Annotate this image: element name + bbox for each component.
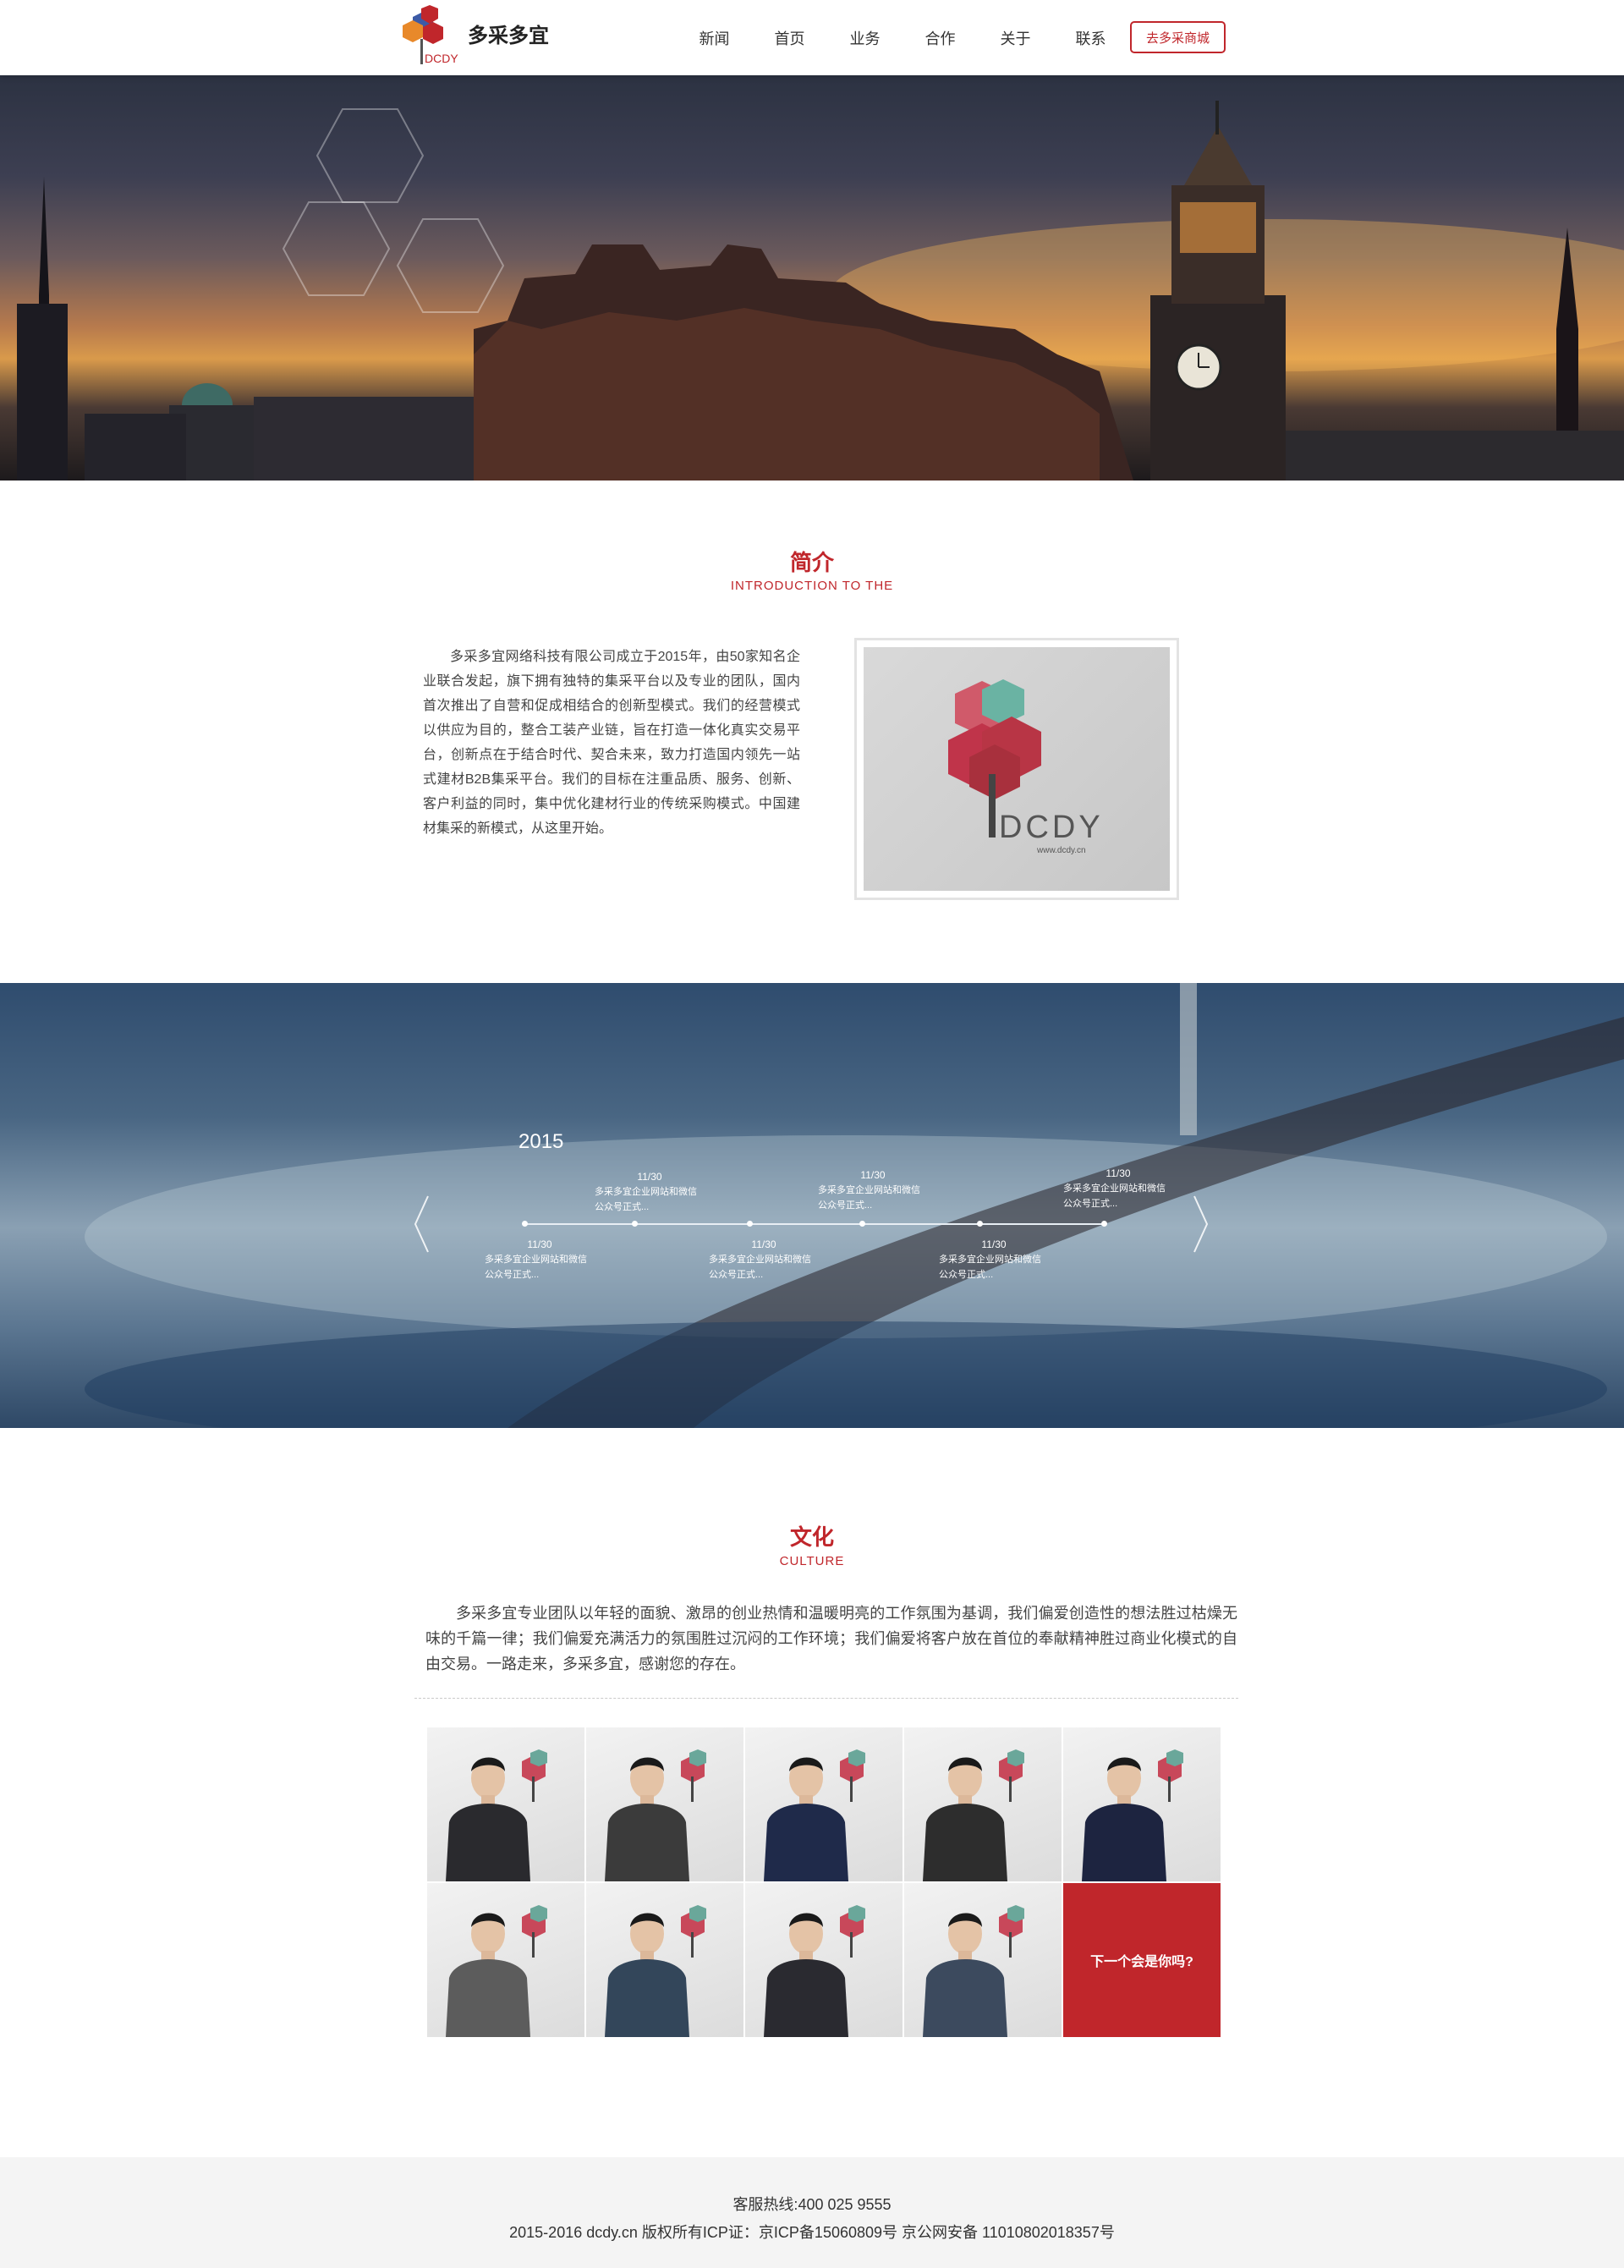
chevron-right-icon[interactable]: [1191, 1194, 1210, 1254]
logo-text: DCDY: [425, 52, 458, 65]
person-portrait: [764, 1905, 865, 2037]
team-member-photo[interactable]: [904, 1727, 1062, 1881]
copyright-text: 2015-2016 dcdy.cn 版权所有ICP证：京ICP备15060809…: [509, 2224, 1115, 2241]
timeline-dot[interactable]: [632, 1221, 638, 1227]
bridge-background-image: [85, 983, 1624, 1428]
culture-paragraph: 多采多宜专业团队以年轻的面貌、激昂的创业热情和温暖明亮的工作氛围为基调，我们偏爱…: [425, 1605, 1237, 1672]
brand-name[interactable]: 多采多宜: [468, 19, 549, 48]
culture-title: 文化: [789, 1524, 834, 1550]
person-portrait: [446, 1905, 547, 2037]
nav-about[interactable]: 关于: [978, 27, 1053, 49]
go-to-mall-button[interactable]: 去多采商城: [1130, 21, 1226, 53]
event-text: 多采多宜企业网站和微信公众号正式...: [595, 1187, 697, 1212]
event-date: 11/30: [637, 1171, 662, 1183]
timeline-dot[interactable]: [1101, 1221, 1107, 1227]
timeline-section: 2015 11/30 多采多宜企业网站和微信公众号正式... 11/30 多采多…: [0, 983, 1624, 1428]
intro-paragraph: 多采多宜网络科技有限公司成立于2015年，由50家知名企业联合发起，旗下拥有独特…: [423, 650, 800, 836]
photo-logo-url: www.dcdy.cn: [1036, 846, 1086, 855]
culture-subtitle: CULTURE: [779, 1554, 845, 1568]
photo-logo-text: DCDY: [999, 810, 1104, 845]
team-member-photo[interactable]: [427, 1727, 584, 1881]
event-date: 11/30: [981, 1238, 1007, 1250]
team-member-photo[interactable]: [745, 1727, 903, 1881]
timeline-year: 2015: [518, 1130, 564, 1153]
section-divider: [414, 1698, 1238, 1699]
nav-contact[interactable]: 联系: [1053, 27, 1128, 49]
nav-business[interactable]: 业务: [827, 27, 903, 49]
timeline-event[interactable]: 11/30 多采多宜企业网站和微信公众号正式...: [939, 1237, 1049, 1282]
timeline-event[interactable]: 11/30 多采多宜企业网站和微信公众号正式...: [485, 1237, 595, 1282]
dcdy-logo[interactable]: DCDY: [401, 5, 469, 68]
event-text: 多采多宜企业网站和微信公众号正式...: [709, 1255, 811, 1280]
timeline-event[interactable]: 11/30 多采多宜企业网站和微信公众号正式...: [818, 1167, 928, 1213]
hero-banner: [0, 75, 1624, 481]
team-member-photo[interactable]: [1063, 1727, 1221, 1881]
city-skyline-image: [17, 101, 1624, 481]
event-text: 多采多宜企业网站和微信公众号正式...: [485, 1255, 587, 1280]
nav-cooperation[interactable]: 合作: [903, 27, 978, 49]
event-date: 11/30: [751, 1238, 776, 1250]
timeline-event[interactable]: 11/30 多采多宜企业网站和微信公众号正式...: [1063, 1166, 1173, 1211]
timeline-line: [524, 1223, 1105, 1225]
event-date: 11/30: [1106, 1167, 1131, 1179]
site-header: DCDY 多采多宜 新闻 首页 业务 合作 关于 联系 去多采商城: [0, 0, 1624, 75]
main-nav: 新闻 首页 业务 合作 关于 联系: [677, 0, 1128, 75]
intro-subtitle: INTRODUCTION TO THE: [730, 579, 894, 593]
hotline-text: 客服热线:400 025 9555: [732, 2196, 892, 2213]
timeline-event[interactable]: 11/30 多采多宜企业网站和微信公众号正式...: [709, 1237, 819, 1282]
timeline-event[interactable]: 11/30 多采多宜企业网站和微信公众号正式...: [595, 1169, 705, 1215]
team-member-photo[interactable]: [586, 1883, 743, 2037]
team-member-photo[interactable]: [745, 1883, 903, 2037]
nav-home[interactable]: 首页: [752, 27, 827, 49]
timeline-dot[interactable]: [522, 1221, 528, 1227]
person-portrait: [605, 1905, 706, 2037]
event-text: 多采多宜企业网站和微信公众号正式...: [818, 1185, 920, 1211]
person-portrait: [923, 1749, 1024, 1881]
person-portrait: [446, 1749, 547, 1881]
team-member-photo[interactable]: [427, 1883, 584, 2037]
intro-title: 简介: [789, 550, 834, 575]
event-text: 多采多宜企业网站和微信公众号正式...: [939, 1255, 1041, 1280]
nav-news[interactable]: 新闻: [677, 27, 752, 49]
team-photo-grid: 下一个会是你吗?: [427, 1727, 1221, 2039]
timeline-dot[interactable]: [859, 1221, 865, 1227]
person-portrait: [605, 1749, 706, 1881]
event-date: 11/30: [527, 1238, 552, 1250]
event-date: 11/30: [860, 1169, 886, 1181]
site-footer: 客服热线:400 025 9555 2015-2016 dcdy.cn 版权所有…: [0, 2157, 1624, 2268]
team-member-photo[interactable]: [586, 1727, 743, 1881]
team-member-photo[interactable]: [904, 1883, 1062, 2037]
office-logo-photo: DCDY www.dcdy.cn: [854, 638, 1179, 900]
person-portrait: [764, 1749, 865, 1881]
person-portrait: [923, 1905, 1024, 2037]
timeline-dot[interactable]: [977, 1221, 983, 1227]
join-us-tile[interactable]: 下一个会是你吗?: [1063, 1883, 1221, 2037]
chevron-left-icon[interactable]: [413, 1194, 431, 1254]
event-text: 多采多宜企业网站和微信公众号正式...: [1063, 1183, 1166, 1209]
timeline-dot[interactable]: [747, 1221, 753, 1227]
person-portrait: [1082, 1749, 1183, 1881]
